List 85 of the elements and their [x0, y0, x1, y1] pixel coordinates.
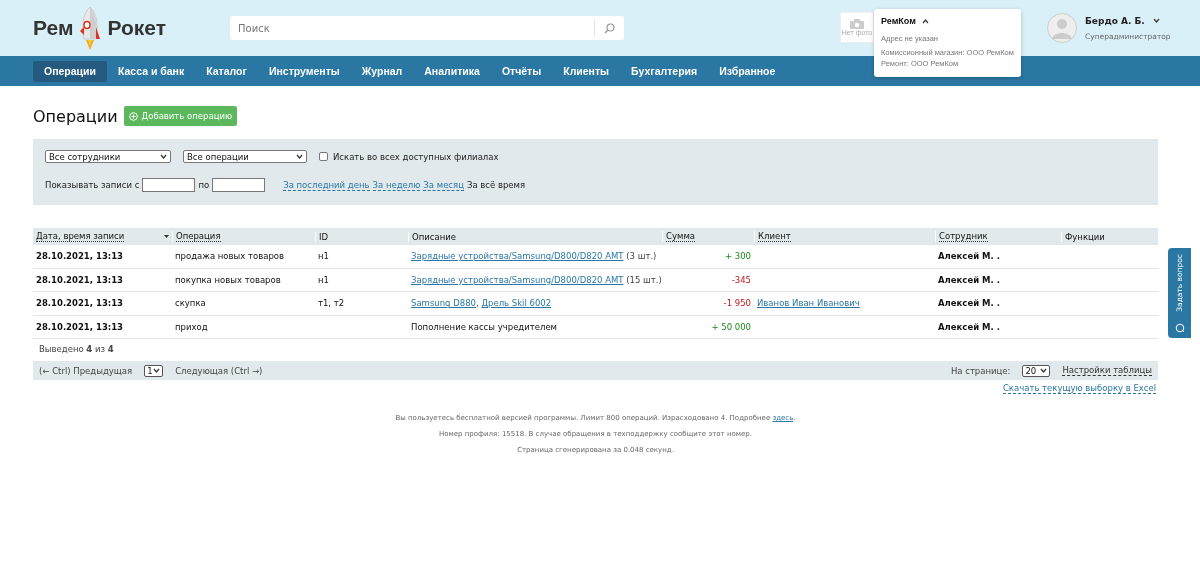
checkbox[interactable]: [319, 152, 328, 161]
table-cell-text: т1, т2: [317, 298, 346, 309]
table-settings-link[interactable]: Настройки таблицы: [1062, 365, 1152, 376]
table-cell-text: 28.10.2021, 13:13: [35, 321, 125, 332]
description-text: ,: [475, 298, 480, 309]
chat-icon: [1174, 323, 1185, 333]
table-cell-text: продажа новых товаров: [174, 251, 285, 262]
sort-icon: [164, 235, 169, 238]
search-box[interactable]: Поиск: [230, 16, 624, 40]
user-name[interactable]: Бердо А. Б.: [1085, 15, 1145, 26]
employee-select[interactable]: Все сотрудники: [45, 150, 171, 163]
column-header: ID: [319, 231, 329, 242]
per-page-select[interactable]: 20: [1022, 364, 1051, 377]
operation-select[interactable]: Все операции: [183, 150, 307, 163]
period-link[interactable]: За последний день: [283, 179, 370, 191]
table-cell-text: н1: [317, 274, 330, 285]
table-cell-text: приход: [174, 321, 209, 332]
nav-tab[interactable]: Бухгалтерия: [620, 60, 709, 82]
company-name[interactable]: РемКом: [881, 16, 916, 26]
description-text: (3 шт.): [625, 251, 657, 262]
product-link[interactable]: Зарядные устройства/Samsung/D800/D820 AMT: [411, 274, 624, 285]
search-field[interactable]: Поиск: [230, 22, 594, 34]
checkbox-label: Искать во всех доступных филиалах: [333, 151, 499, 162]
nav-tab[interactable]: Журнал: [350, 60, 414, 82]
column-header[interactable]: Клиент: [758, 231, 791, 242]
period-link[interactable]: За неделю: [372, 179, 421, 191]
sum-cell-text: + 50 000: [710, 321, 752, 332]
nav-tab[interactable]: Избранное: [708, 60, 787, 82]
nav-tab[interactable]: Операции: [33, 60, 107, 82]
caret-icon: [921, 19, 929, 24]
nav-tab[interactable]: Отчёты: [490, 60, 553, 82]
product-link[interactable]: Samsung D880: [411, 298, 476, 309]
previous-page-link[interactable]: (← Ctrl) Предыдущая: [39, 365, 133, 376]
product-link[interactable]: Зарядные устройства/Samsung/D800/D820 AMT: [411, 251, 624, 262]
caret-icon: [296, 154, 303, 159]
nav-tab[interactable]: Аналитика: [413, 60, 491, 82]
sum-cell-text: -345: [730, 274, 752, 285]
camera-icon: [850, 19, 864, 29]
description-text: Пополнение кассы учредителем: [411, 321, 558, 332]
excel-download-link[interactable]: Скачать текущую выборку в Excel: [1002, 383, 1156, 394]
sum-cell-text: + 300: [723, 251, 752, 262]
nav-tab[interactable]: Клиенты: [552, 60, 621, 82]
column-header[interactable]: Дата, время записи: [36, 231, 125, 242]
column-header: Описание: [412, 231, 456, 242]
client-link[interactable]: Иванов Иван Иванович: [757, 298, 860, 309]
sum-cell-text: -1 950: [722, 298, 752, 309]
avatar: [1047, 13, 1077, 43]
period-link[interactable]: За всё время: [466, 180, 526, 190]
table-cell-text: скупка: [174, 298, 207, 309]
logo-text: Рем: [33, 16, 74, 40]
logo-text: Рокет: [107, 16, 166, 40]
column-header: Функции: [1065, 231, 1105, 242]
nav-tab[interactable]: Каталог: [195, 60, 258, 82]
table-cell-text: Алексей М. .: [937, 274, 1001, 285]
description-text: (15 шт.): [625, 274, 662, 285]
per-page-label: На странице:: [950, 365, 1011, 376]
caret-icon: [1152, 18, 1160, 23]
table-cell-text: 28.10.2021, 13:13: [35, 298, 125, 309]
plus-circle-icon: [128, 111, 138, 121]
nav-tab[interactable]: Инструменты: [257, 60, 351, 82]
table-cell-text: Алексей М. .: [937, 251, 1001, 262]
next-page-link[interactable]: Следующая (Ctrl →): [175, 365, 263, 376]
page-select[interactable]: 1: [144, 364, 164, 377]
table-cell-text: покупка новых товаров: [174, 274, 282, 285]
period-link[interactable]: За месяц: [423, 179, 464, 191]
search-icon[interactable]: [604, 22, 615, 34]
records-count: Выведено 4 из 4: [39, 344, 114, 354]
table-cell-text: 28.10.2021, 13:13: [35, 274, 125, 285]
column-header[interactable]: Сотрудник: [939, 231, 988, 242]
product-link[interactable]: Дрель Skil 6002: [481, 298, 552, 309]
table-cell-text: н1: [317, 251, 330, 262]
caret-icon: [153, 368, 161, 373]
table-cell-text: 28.10.2021, 13:13: [35, 251, 125, 262]
date-to-field[interactable]: [212, 178, 266, 192]
caret-icon: [1040, 368, 1048, 373]
date-from-field[interactable]: [142, 178, 196, 192]
caret-icon: [160, 154, 167, 159]
column-header[interactable]: Сумма: [666, 231, 695, 242]
table-cell-text: Алексей М. .: [937, 298, 1001, 309]
column-header[interactable]: Операция: [176, 231, 221, 242]
nav-tab[interactable]: Касса и банк: [106, 60, 196, 82]
range-label: Показывать записи с: [45, 180, 140, 190]
range-to-label: по: [198, 180, 210, 190]
page-title: Операции: [33, 106, 118, 126]
table-cell-text: Алексей М. .: [937, 321, 1001, 332]
